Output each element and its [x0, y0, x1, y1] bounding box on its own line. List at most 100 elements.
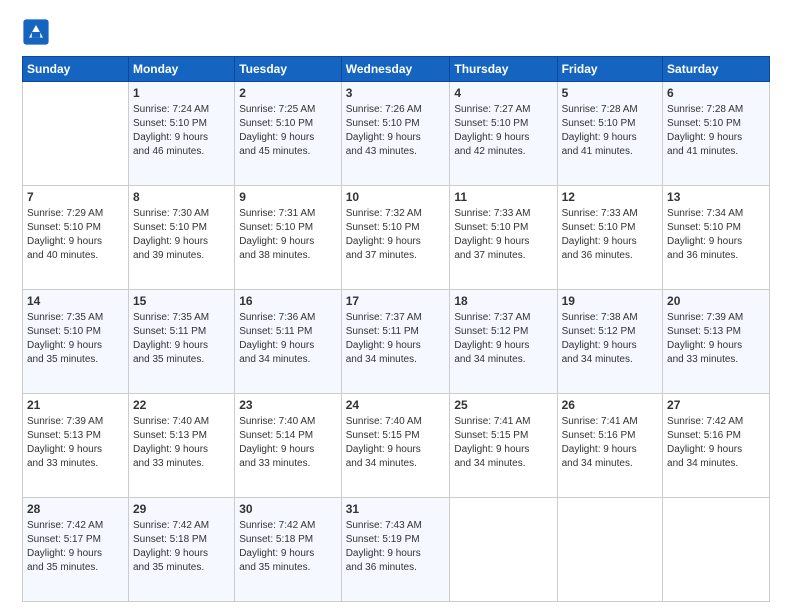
cell-content: Sunrise: 7:24 AM Sunset: 5:10 PM Dayligh… — [133, 103, 230, 159]
day-number: 3 — [346, 85, 446, 102]
day-number: 13 — [667, 189, 765, 206]
cell-content: Sunrise: 7:32 AM Sunset: 5:10 PM Dayligh… — [346, 207, 446, 263]
cell-content: Sunrise: 7:35 AM Sunset: 5:10 PM Dayligh… — [27, 311, 124, 367]
calendar-cell — [663, 498, 770, 602]
cell-content: Sunrise: 7:36 AM Sunset: 5:11 PM Dayligh… — [239, 311, 337, 367]
day-number: 1 — [133, 85, 230, 102]
calendar-cell: 1Sunrise: 7:24 AM Sunset: 5:10 PM Daylig… — [128, 82, 234, 186]
cell-content: Sunrise: 7:26 AM Sunset: 5:10 PM Dayligh… — [346, 103, 446, 159]
calendar-cell: 17Sunrise: 7:37 AM Sunset: 5:11 PM Dayli… — [341, 290, 450, 394]
day-number: 30 — [239, 501, 337, 518]
calendar-body: 1Sunrise: 7:24 AM Sunset: 5:10 PM Daylig… — [23, 82, 770, 602]
calendar-cell — [23, 82, 129, 186]
calendar-cell: 11Sunrise: 7:33 AM Sunset: 5:10 PM Dayli… — [450, 186, 557, 290]
cell-content: Sunrise: 7:33 AM Sunset: 5:10 PM Dayligh… — [562, 207, 658, 263]
page: SundayMondayTuesdayWednesdayThursdayFrid… — [0, 0, 792, 612]
calendar-table: SundayMondayTuesdayWednesdayThursdayFrid… — [22, 56, 770, 602]
calendar-cell: 4Sunrise: 7:27 AM Sunset: 5:10 PM Daylig… — [450, 82, 557, 186]
calendar-cell: 15Sunrise: 7:35 AM Sunset: 5:11 PM Dayli… — [128, 290, 234, 394]
calendar-cell: 30Sunrise: 7:42 AM Sunset: 5:18 PM Dayli… — [235, 498, 342, 602]
calendar-cell: 9Sunrise: 7:31 AM Sunset: 5:10 PM Daylig… — [235, 186, 342, 290]
day-number: 6 — [667, 85, 765, 102]
cell-content: Sunrise: 7:40 AM Sunset: 5:15 PM Dayligh… — [346, 415, 446, 471]
calendar-cell: 14Sunrise: 7:35 AM Sunset: 5:10 PM Dayli… — [23, 290, 129, 394]
calendar-cell: 21Sunrise: 7:39 AM Sunset: 5:13 PM Dayli… — [23, 394, 129, 498]
header-cell-thursday: Thursday — [450, 57, 557, 82]
calendar-cell: 18Sunrise: 7:37 AM Sunset: 5:12 PM Dayli… — [450, 290, 557, 394]
day-number: 27 — [667, 397, 765, 414]
header-cell-monday: Monday — [128, 57, 234, 82]
cell-content: Sunrise: 7:25 AM Sunset: 5:10 PM Dayligh… — [239, 103, 337, 159]
header-cell-friday: Friday — [557, 57, 662, 82]
cell-content: Sunrise: 7:31 AM Sunset: 5:10 PM Dayligh… — [239, 207, 337, 263]
calendar-cell — [450, 498, 557, 602]
calendar-cell: 19Sunrise: 7:38 AM Sunset: 5:12 PM Dayli… — [557, 290, 662, 394]
cell-content: Sunrise: 7:41 AM Sunset: 5:15 PM Dayligh… — [454, 415, 552, 471]
day-number: 29 — [133, 501, 230, 518]
calendar-cell: 31Sunrise: 7:43 AM Sunset: 5:19 PM Dayli… — [341, 498, 450, 602]
cell-content: Sunrise: 7:34 AM Sunset: 5:10 PM Dayligh… — [667, 207, 765, 263]
day-number: 2 — [239, 85, 337, 102]
day-number: 16 — [239, 293, 337, 310]
calendar-cell: 10Sunrise: 7:32 AM Sunset: 5:10 PM Dayli… — [341, 186, 450, 290]
day-number: 8 — [133, 189, 230, 206]
calendar-cell: 7Sunrise: 7:29 AM Sunset: 5:10 PM Daylig… — [23, 186, 129, 290]
calendar-cell: 3Sunrise: 7:26 AM Sunset: 5:10 PM Daylig… — [341, 82, 450, 186]
cell-content: Sunrise: 7:33 AM Sunset: 5:10 PM Dayligh… — [454, 207, 552, 263]
day-number: 11 — [454, 189, 552, 206]
day-number: 14 — [27, 293, 124, 310]
calendar-cell: 25Sunrise: 7:41 AM Sunset: 5:15 PM Dayli… — [450, 394, 557, 498]
cell-content: Sunrise: 7:28 AM Sunset: 5:10 PM Dayligh… — [562, 103, 658, 159]
logo — [22, 18, 52, 46]
calendar-cell: 20Sunrise: 7:39 AM Sunset: 5:13 PM Dayli… — [663, 290, 770, 394]
calendar-cell: 8Sunrise: 7:30 AM Sunset: 5:10 PM Daylig… — [128, 186, 234, 290]
cell-content: Sunrise: 7:42 AM Sunset: 5:18 PM Dayligh… — [239, 519, 337, 575]
cell-content: Sunrise: 7:40 AM Sunset: 5:14 PM Dayligh… — [239, 415, 337, 471]
day-number: 20 — [667, 293, 765, 310]
cell-content: Sunrise: 7:35 AM Sunset: 5:11 PM Dayligh… — [133, 311, 230, 367]
cell-content: Sunrise: 7:43 AM Sunset: 5:19 PM Dayligh… — [346, 519, 446, 575]
day-number: 4 — [454, 85, 552, 102]
day-number: 28 — [27, 501, 124, 518]
calendar-cell: 6Sunrise: 7:28 AM Sunset: 5:10 PM Daylig… — [663, 82, 770, 186]
calendar-cell: 28Sunrise: 7:42 AM Sunset: 5:17 PM Dayli… — [23, 498, 129, 602]
cell-content: Sunrise: 7:28 AM Sunset: 5:10 PM Dayligh… — [667, 103, 765, 159]
header-cell-sunday: Sunday — [23, 57, 129, 82]
cell-content: Sunrise: 7:38 AM Sunset: 5:12 PM Dayligh… — [562, 311, 658, 367]
day-number: 25 — [454, 397, 552, 414]
week-row-1: 7Sunrise: 7:29 AM Sunset: 5:10 PM Daylig… — [23, 186, 770, 290]
day-number: 26 — [562, 397, 658, 414]
week-row-4: 28Sunrise: 7:42 AM Sunset: 5:17 PM Dayli… — [23, 498, 770, 602]
calendar-cell: 24Sunrise: 7:40 AM Sunset: 5:15 PM Dayli… — [341, 394, 450, 498]
day-number: 23 — [239, 397, 337, 414]
day-number: 9 — [239, 189, 337, 206]
cell-content: Sunrise: 7:29 AM Sunset: 5:10 PM Dayligh… — [27, 207, 124, 263]
header-row: SundayMondayTuesdayWednesdayThursdayFrid… — [23, 57, 770, 82]
cell-content: Sunrise: 7:27 AM Sunset: 5:10 PM Dayligh… — [454, 103, 552, 159]
day-number: 5 — [562, 85, 658, 102]
header-cell-tuesday: Tuesday — [235, 57, 342, 82]
day-number: 17 — [346, 293, 446, 310]
calendar-cell — [557, 498, 662, 602]
day-number: 10 — [346, 189, 446, 206]
day-number: 15 — [133, 293, 230, 310]
calendar-cell: 22Sunrise: 7:40 AM Sunset: 5:13 PM Dayli… — [128, 394, 234, 498]
calendar-cell: 12Sunrise: 7:33 AM Sunset: 5:10 PM Dayli… — [557, 186, 662, 290]
calendar-cell: 5Sunrise: 7:28 AM Sunset: 5:10 PM Daylig… — [557, 82, 662, 186]
cell-content: Sunrise: 7:41 AM Sunset: 5:16 PM Dayligh… — [562, 415, 658, 471]
cell-content: Sunrise: 7:39 AM Sunset: 5:13 PM Dayligh… — [27, 415, 124, 471]
cell-content: Sunrise: 7:42 AM Sunset: 5:16 PM Dayligh… — [667, 415, 765, 471]
header — [22, 18, 770, 46]
header-cell-saturday: Saturday — [663, 57, 770, 82]
calendar-cell: 23Sunrise: 7:40 AM Sunset: 5:14 PM Dayli… — [235, 394, 342, 498]
day-number: 31 — [346, 501, 446, 518]
header-cell-wednesday: Wednesday — [341, 57, 450, 82]
cell-content: Sunrise: 7:37 AM Sunset: 5:12 PM Dayligh… — [454, 311, 552, 367]
cell-content: Sunrise: 7:42 AM Sunset: 5:17 PM Dayligh… — [27, 519, 124, 575]
day-number: 24 — [346, 397, 446, 414]
logo-icon — [22, 18, 50, 46]
calendar-cell: 2Sunrise: 7:25 AM Sunset: 5:10 PM Daylig… — [235, 82, 342, 186]
day-number: 21 — [27, 397, 124, 414]
week-row-2: 14Sunrise: 7:35 AM Sunset: 5:10 PM Dayli… — [23, 290, 770, 394]
day-number: 22 — [133, 397, 230, 414]
